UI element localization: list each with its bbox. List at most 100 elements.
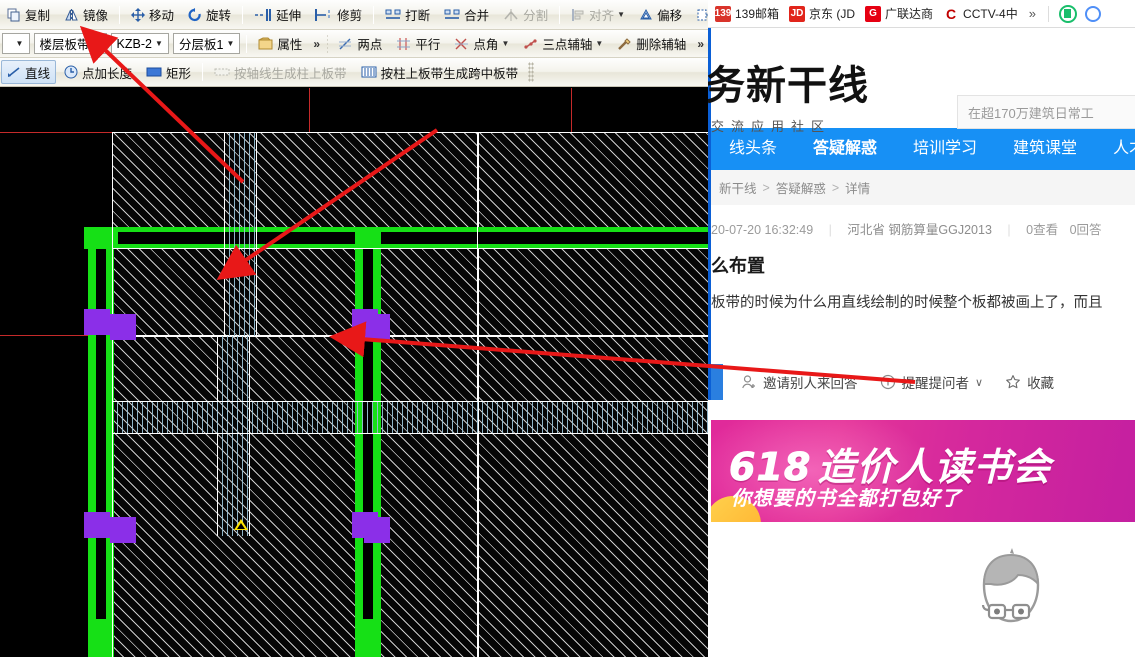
info-circle-icon: [880, 374, 895, 390]
chevron-down-icon: ▼: [15, 39, 24, 48]
toolbar-button-two-point[interactable]: 两点: [332, 32, 388, 56]
column-top-mid-b[interactable]: [364, 314, 390, 340]
extension-icon-green[interactable]: [1058, 4, 1077, 23]
toolbar-button-delete-axis[interactable]: 删除辅轴: [611, 32, 692, 56]
toolbar-button-properties[interactable]: 属性: [252, 32, 308, 56]
point-angle-icon: [454, 37, 469, 51]
question-actions: 邀请别人来回答 提醒提问者 ∨ 收藏: [711, 364, 1135, 400]
toolbar-button-offset[interactable]: 偏移: [633, 3, 688, 27]
toolbar-label: 旋转: [206, 9, 232, 23]
bookmark-jd[interactable]: JD 京东 (JD: [784, 3, 860, 25]
two-point-icon: [338, 37, 353, 51]
promo-banner[interactable]: 618 造价人读书会 你想要的书全都打包好了: [711, 420, 1135, 522]
bookmarks-overflow-button[interactable]: »: [1023, 6, 1042, 21]
beam-edge-line: [112, 248, 708, 249]
column-strip-vertical-upper[interactable]: [224, 133, 257, 336]
toolbar-label: 点角: [473, 38, 499, 52]
toolbar-button-split[interactable]: 分割: [497, 3, 554, 27]
combo-element-type[interactable]: 楼层板带 ▼: [33, 33, 107, 54]
bookmark-cctv[interactable]: C CCTV-4中: [938, 3, 1023, 25]
toolbar-button-line[interactable]: 直线: [1, 60, 57, 84]
three-point-axis-icon: [523, 37, 538, 51]
breadcrumb-item-qa[interactable]: 答疑解惑: [776, 178, 826, 197]
site-logo[interactable]: 务新干线: [708, 66, 869, 106]
toolbar-separator: [119, 5, 121, 24]
toolbar-label: 点加长度: [82, 66, 133, 81]
combo-blank[interactable]: ▼: [2, 33, 30, 54]
middle-strip-horizontal[interactable]: [113, 401, 708, 434]
rotate-icon: [188, 7, 202, 22]
split-icon: [503, 8, 519, 22]
column-strip-vertical-lower[interactable]: [217, 336, 250, 536]
question-views: 0查看: [1026, 223, 1059, 237]
insertion-point-marker: [234, 519, 248, 530]
toolbar-overflow-chevron[interactable]: »: [309, 37, 324, 51]
toolbar-overflow-chevron-2[interactable]: »: [693, 37, 708, 51]
toolbar-button-rotate[interactable]: 旋转: [182, 3, 237, 27]
toolbar-button-break[interactable]: 打断: [379, 3, 436, 27]
remind-asker-button[interactable]: 提醒提问者 ∨: [880, 372, 983, 392]
toolbar-draw-row: 直线 点加长度 矩形 按轴线生成柱上板带 按柱上板带生成跨中板带: [0, 58, 708, 87]
bookmark-139mail[interactable]: 139 139邮箱: [710, 3, 784, 25]
toolbar-button-move[interactable]: 移动: [125, 3, 180, 27]
cad-canvas[interactable]: 25376.15 9705.184: [0, 88, 708, 657]
toolbar-button-merge[interactable]: 合并: [438, 3, 495, 27]
toolbar-label: 属性: [277, 38, 303, 52]
column-bottom-left-a[interactable]: [84, 512, 110, 538]
toolbar-separator: [373, 5, 375, 24]
invite-answer-button[interactable]: 邀请别人来回答: [741, 372, 858, 392]
toolbar-button-extend[interactable]: 延伸: [248, 3, 307, 27]
chevron-down-icon: ▼: [595, 39, 604, 48]
toolbar-button-copy[interactable]: 复制: [1, 3, 56, 27]
toolbar-edit-row: 复制 镜像 移动 旋转 延伸 修剪 打断 合并 分割 对齐 ▼ 偏移: [0, 0, 708, 30]
combo-layer[interactable]: 分层板1 ▼: [172, 33, 241, 54]
gen-midspan-band-icon: [361, 65, 377, 79]
nav-item-training[interactable]: 培训学习: [895, 128, 995, 170]
column-top-left-b[interactable]: [110, 314, 136, 340]
column-bottom-mid-b[interactable]: [364, 517, 390, 543]
toolbar-separator: [242, 5, 244, 24]
bookmark-label: 139邮箱: [735, 7, 780, 21]
toolbar-button-gen-band-by-axis[interactable]: 按轴线生成柱上板带: [208, 60, 353, 84]
toolbar-label: 矩形: [166, 66, 192, 81]
action-label: 邀请别人来回答: [763, 376, 858, 391]
search-input[interactable]: 在超170万建筑日常工: [957, 95, 1135, 129]
nav-item-jobs[interactable]: 人才招聘: [1095, 128, 1135, 170]
chevron-down-icon: ▼: [501, 39, 510, 48]
toolbar-button-align[interactable]: 对齐 ▼: [565, 3, 631, 27]
toolbar-button-stretch[interactable]: 拉伸: [690, 3, 708, 27]
gen-band-by-axis-icon: [214, 65, 230, 79]
toolbar-separator: [559, 5, 561, 24]
slab-region[interactable]: [112, 336, 478, 657]
column-bottom-left-b[interactable]: [110, 517, 136, 543]
toolbar-button-trim[interactable]: 修剪: [309, 3, 368, 27]
nav-item-classroom[interactable]: 建筑课堂: [995, 128, 1095, 170]
toolbar-button-three-point-axis[interactable]: 三点辅轴 ▼: [517, 32, 609, 56]
toolbar-label: 移动: [149, 9, 175, 23]
combo-element-name[interactable]: KZB-2 ▼: [110, 33, 169, 54]
toolbar-button-gen-midspan-band[interactable]: 按柱上板带生成跨中板带: [355, 60, 525, 84]
combo-element-type-value: 楼层板带: [39, 38, 90, 52]
answer-button[interactable]: [711, 364, 723, 400]
bookmark-glodon[interactable]: G 广联达商: [860, 3, 938, 25]
offset-icon: [639, 8, 653, 22]
slab-outline: [112, 132, 708, 133]
toolbar-grip[interactable]: [327, 33, 329, 54]
bookmark-label: 京东 (JD: [809, 7, 856, 21]
breadcrumb-item-home[interactable]: 新干线: [719, 178, 757, 197]
cad-application: 复制 镜像 移动 旋转 延伸 修剪 打断 合并 分割 对齐 ▼ 偏移 ▼ 楼层板…: [0, 0, 708, 657]
toolbar-button-parallel[interactable]: 平行: [390, 32, 446, 56]
toolbar-grip[interactable]: [528, 62, 535, 82]
favorite-button[interactable]: 收藏: [1005, 372, 1054, 392]
extension-icon-blue[interactable]: [1084, 5, 1101, 22]
slab-region[interactable]: [478, 336, 708, 657]
toolbar-button-point-length[interactable]: 点加长度: [58, 60, 138, 84]
column-top-left-a[interactable]: [84, 309, 110, 335]
toolbar-button-point-angle[interactable]: 点角 ▼: [448, 32, 515, 56]
toolbar-label: 合并: [464, 9, 490, 23]
align-icon: [571, 8, 585, 22]
toolbar-button-rectangle[interactable]: 矩形: [140, 60, 197, 84]
star-icon: [1006, 375, 1020, 389]
properties-icon: [258, 37, 273, 51]
toolbar-button-mirror[interactable]: 镜像: [58, 3, 114, 27]
